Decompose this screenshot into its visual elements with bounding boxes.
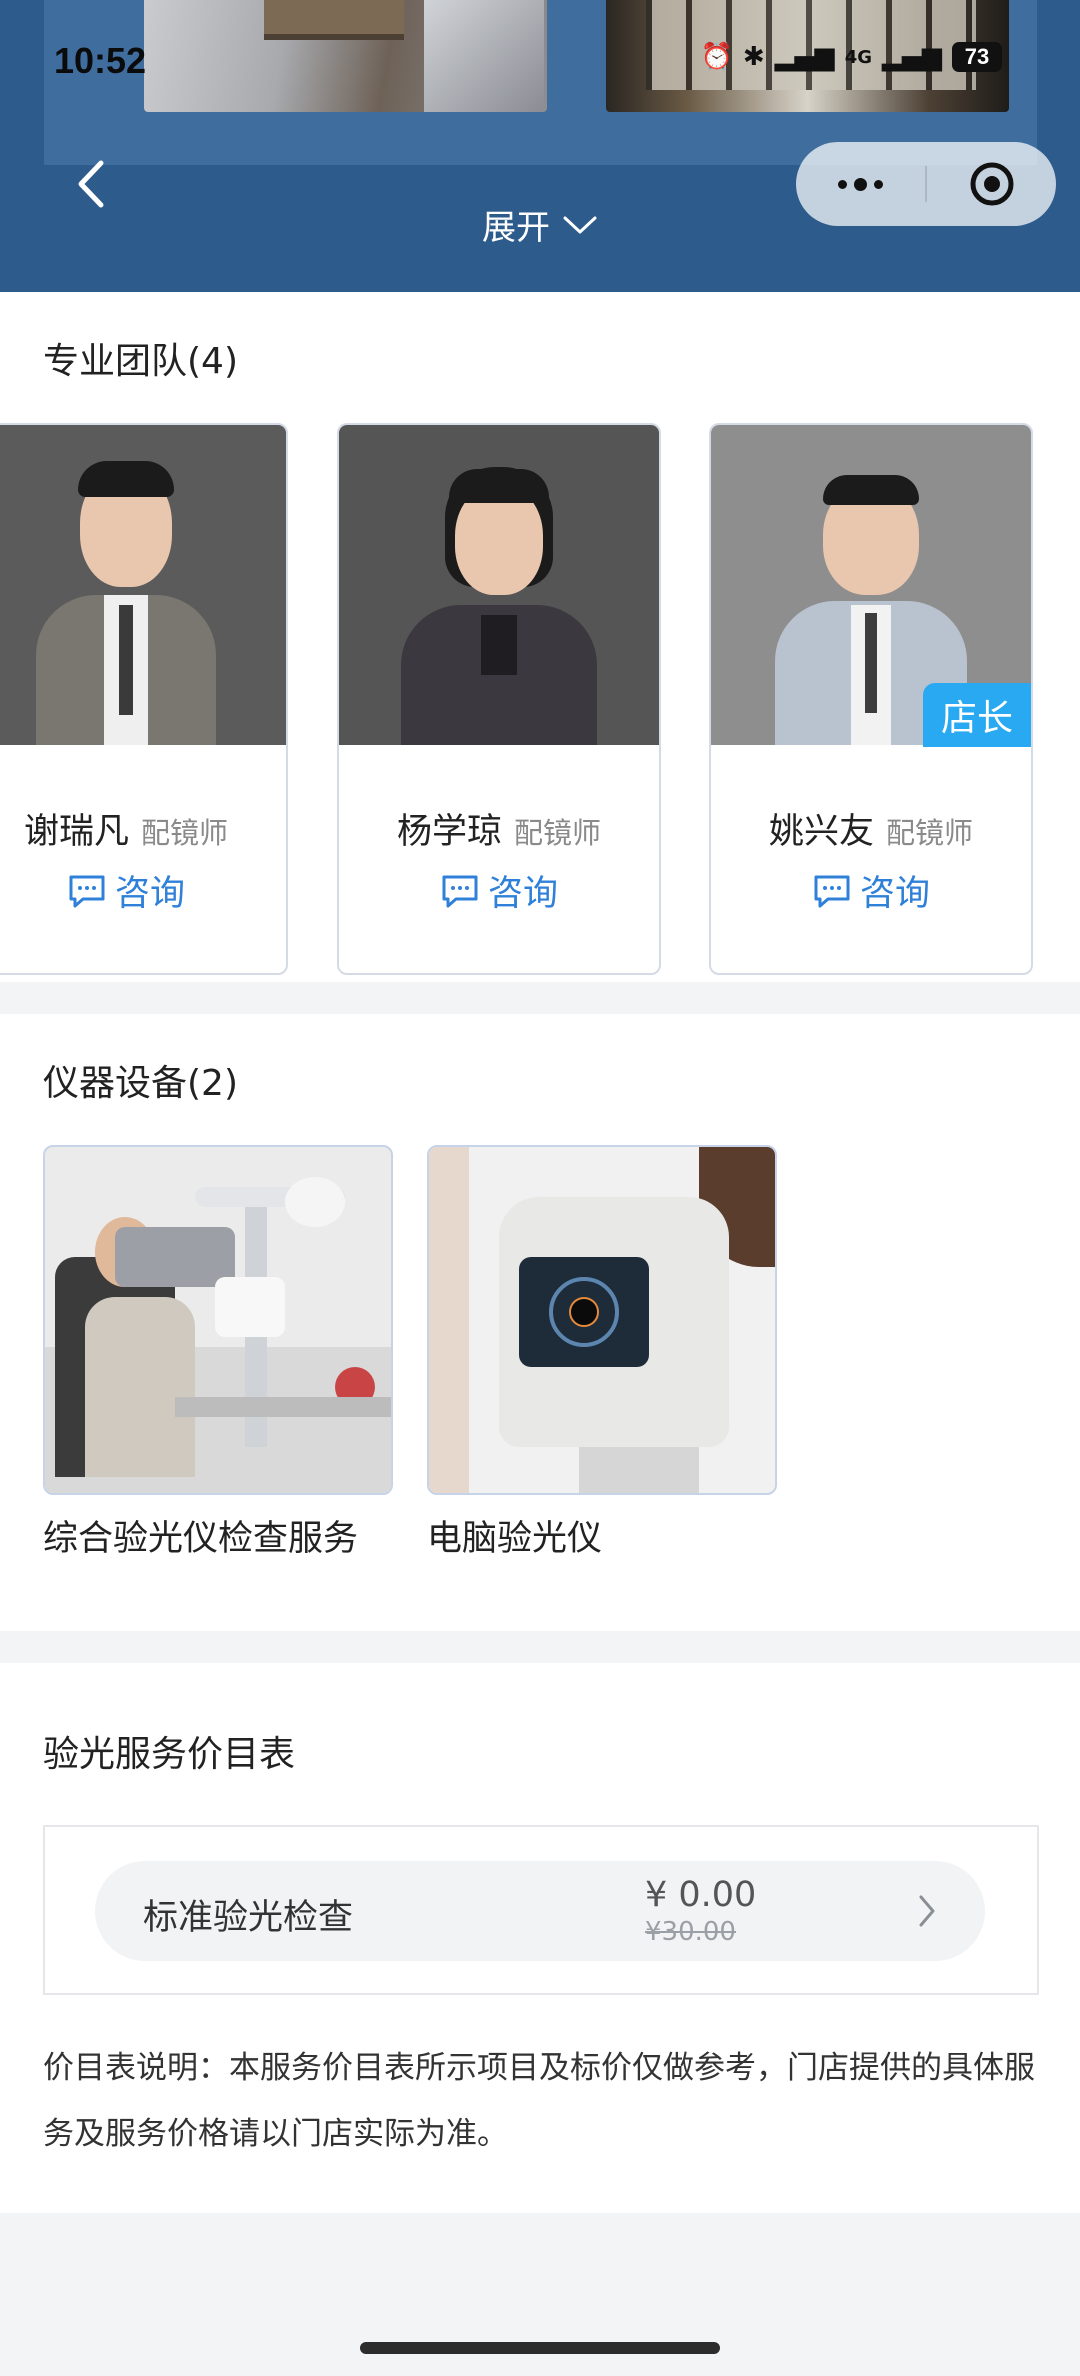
battery-icon: 73	[952, 42, 1002, 72]
expand-button[interactable]: 展开	[0, 200, 1080, 249]
status-bar: 10:52 ⏰ ✱ ▂▄▆ 4G ▂▄▆ 73	[0, 30, 1080, 90]
equipment-photo[interactable]	[427, 1145, 777, 1495]
service-name: 标准验光检查	[143, 1898, 354, 1938]
chat-icon	[814, 875, 850, 907]
home-indicator[interactable]	[360, 2342, 720, 2354]
team-section: 专业团队(4) 谢瑞凡 配镜师 咨询 杨学琼 配镜师 咨询 店长 姚兴友 配镜师…	[0, 292, 1080, 982]
signal-icon: ▂▄▆	[882, 42, 942, 72]
member-role: 配镜师	[141, 816, 229, 850]
chevron-down-icon	[563, 216, 597, 233]
more-icon	[838, 177, 883, 191]
price-list-title: 验光服务价目表	[43, 1734, 296, 1775]
equipment-title: 仪器设备(2)	[43, 1063, 238, 1104]
status-time: 10:52	[54, 40, 147, 81]
original-price: ¥30.00	[645, 1917, 736, 1947]
chat-icon	[442, 875, 478, 907]
member-name: 谢瑞凡	[23, 812, 129, 852]
member-role: 配镜师	[514, 816, 602, 850]
equipment-label: 综合验光仪检查服务	[43, 1519, 359, 1559]
equipment-section: 仪器设备(2) 综合验光仪检查服务 电脑验光仪	[0, 1014, 1080, 1631]
member-photo	[0, 425, 286, 745]
expand-label: 展开	[482, 208, 550, 248]
equipment-label: 电脑验光仪	[427, 1519, 603, 1559]
signal-icon: ▂▄▆	[774, 42, 835, 72]
consult-label: 咨询	[114, 874, 185, 914]
team-title: 专业团队(4)	[43, 341, 238, 382]
equipment-photo[interactable]	[43, 1145, 393, 1495]
team-member-card[interactable]: 杨学琼 配镜师 咨询	[337, 423, 661, 975]
member-name: 杨学琼	[396, 812, 502, 852]
consult-button[interactable]: 咨询	[339, 865, 659, 916]
store-header: 10:52 ⏰ ✱ ▂▄▆ 4G ▂▄▆ 73 展开	[0, 0, 1080, 292]
network-label: 4G	[844, 46, 872, 68]
team-member-card[interactable]: 店长 姚兴友 配镜师 咨询	[709, 423, 1033, 975]
manager-badge: 店长	[922, 683, 1031, 747]
price-list-box: 标准验光检查 ¥ 0.00 ¥30.00	[43, 1825, 1039, 1995]
consult-label: 咨询	[859, 874, 930, 914]
member-name: 姚兴友	[768, 812, 874, 852]
member-photo	[339, 425, 659, 745]
consult-button[interactable]: 咨询	[711, 865, 1031, 916]
team-member-card[interactable]: 谢瑞凡 配镜师 咨询	[0, 423, 288, 975]
chat-icon	[69, 875, 105, 907]
price-list-section: 验光服务价目表 标准验光检查 ¥ 0.00 ¥30.00 价目表说明：本服务价目…	[0, 1663, 1080, 2213]
price-row[interactable]: 标准验光检查 ¥ 0.00 ¥30.00	[95, 1861, 985, 1961]
member-role: 配镜师	[886, 816, 974, 850]
consult-button[interactable]: 咨询	[0, 865, 286, 916]
current-price: ¥ 0.00	[645, 1875, 757, 1915]
alarm-icon: ⏰	[700, 42, 733, 72]
chevron-right-icon	[919, 1895, 935, 1927]
bluetooth-icon: ✱	[742, 42, 765, 72]
price-note: 价目表说明：本服务价目表所示项目及标价仅做参考，门店提供的具体服务及服务价格请以…	[43, 2050, 1035, 2152]
consult-label: 咨询	[487, 874, 558, 914]
